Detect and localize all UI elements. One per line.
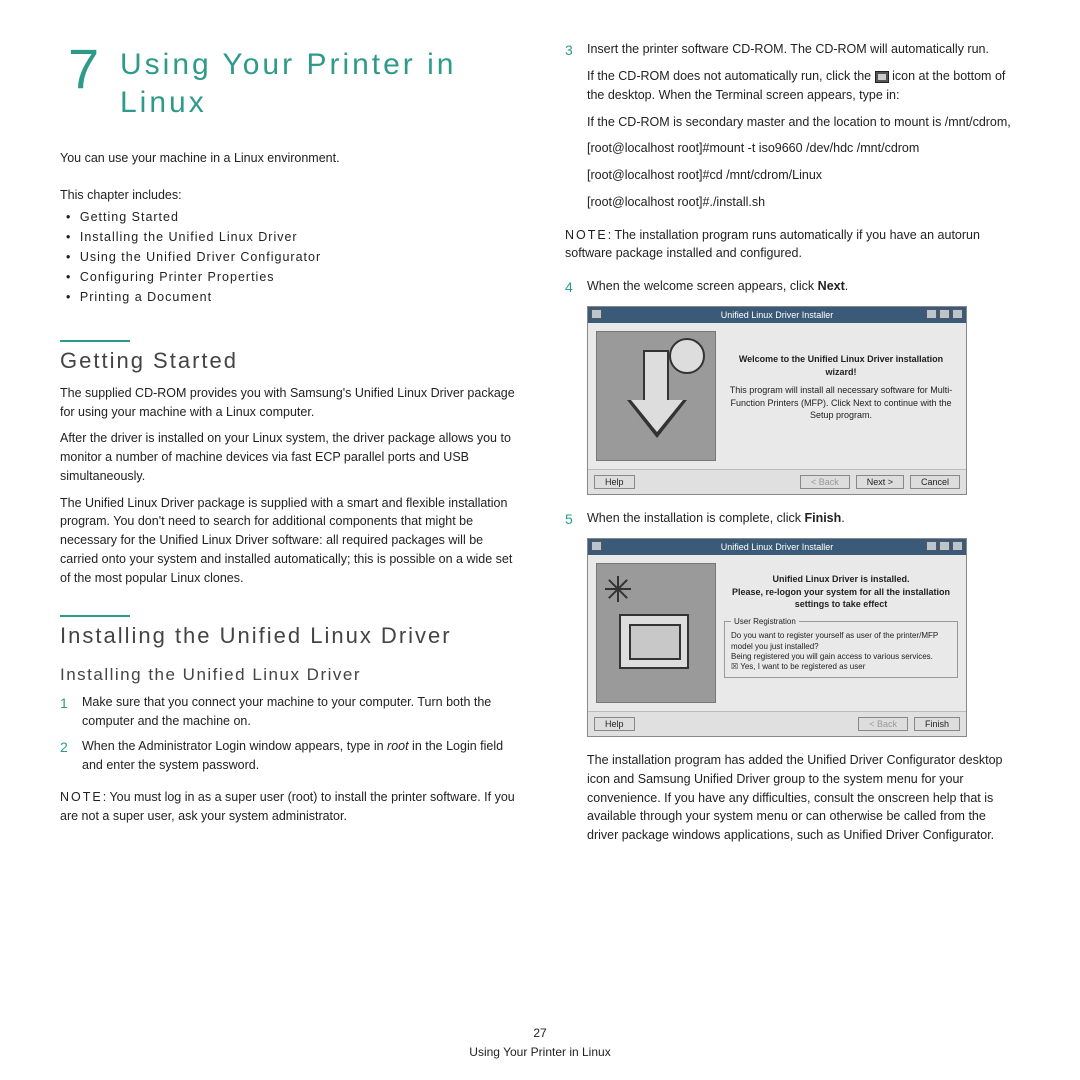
step-2: 2 When the Administrator Login window ap… <box>60 737 515 775</box>
step-body: When the installation is complete, click… <box>587 509 1020 530</box>
step-3: 3 Insert the printer software CD-ROM. Th… <box>565 40 1020 61</box>
step-body: When the welcome screen appears, click N… <box>587 277 1020 298</box>
toc-item: Getting Started <box>66 210 515 224</box>
tail-paragraph: The installation program has added the U… <box>587 751 1020 845</box>
bold-text: Finish <box>804 511 841 525</box>
step-4: 4 When the welcome screen appears, click… <box>565 277 1020 298</box>
text: When the welcome screen appears, click <box>587 279 818 293</box>
command-text: [root@localhost root]#mount -t iso9660 /… <box>587 139 1020 158</box>
installer-dialog-finish: Unified Linux Driver Installer Unified L… <box>587 538 967 737</box>
step-number: 1 <box>60 693 82 731</box>
dialog-titlebar: Unified Linux Driver Installer <box>588 307 966 323</box>
includes-label: This chapter includes: <box>60 188 515 202</box>
note-text: : You must log in as a super user (root)… <box>60 790 515 823</box>
help-button[interactable]: Help <box>594 717 635 731</box>
footer-section: Using Your Printer in Linux <box>0 1043 1080 1062</box>
dialog-heading: Unified Linux Driver is installed. Pleas… <box>724 573 958 611</box>
text: . <box>841 511 844 525</box>
toc-item: Using the Unified Driver Configurator <box>66 250 515 264</box>
note-text: : The installation program runs automati… <box>565 228 980 261</box>
system-menu-icon[interactable] <box>591 309 602 319</box>
reg-question: Do you want to register yourself as user… <box>731 631 951 652</box>
reg-info: Being registered you will gain access to… <box>731 652 951 662</box>
step-5: 5 When the installation is complete, cli… <box>565 509 1020 530</box>
reg-checkbox-row[interactable]: ☒ Yes, I want to be registered as user <box>731 662 951 672</box>
section-rule <box>60 615 130 617</box>
body-text: The supplied CD-ROM provides you with Sa… <box>60 384 515 422</box>
installer-dialog-welcome: Unified Linux Driver Installer Welcome t… <box>587 306 967 495</box>
dialog-title: Unified Linux Driver Installer <box>721 310 834 320</box>
dialog-illustration <box>596 331 716 461</box>
section-installing: Installing the Unified Linux Driver <box>60 623 515 649</box>
page-number: 27 <box>0 1024 1080 1043</box>
system-menu-icon[interactable] <box>591 541 602 551</box>
page-footer: 27 Using Your Printer in Linux <box>0 1024 1080 1062</box>
terminal-icon <box>875 71 889 83</box>
dialog-body: This program will install all necessary … <box>730 385 953 420</box>
bold-text: Next <box>818 279 845 293</box>
minimize-icon[interactable] <box>926 541 937 551</box>
dialog-title: Unified Linux Driver Installer <box>721 542 834 552</box>
note-label: NOTE <box>60 790 103 804</box>
dialog-illustration <box>596 563 716 703</box>
chapter-title: Using Your Printer in Linux <box>120 46 515 121</box>
back-button: < Back <box>800 475 850 489</box>
step-number: 3 <box>565 40 587 61</box>
close-icon[interactable] <box>952 541 963 551</box>
maximize-icon[interactable] <box>939 309 950 319</box>
dialog-titlebar: Unified Linux Driver Installer <box>588 539 966 555</box>
intro-text: You can use your machine in a Linux envi… <box>60 149 515 168</box>
section-getting-started: Getting Started <box>60 348 515 374</box>
minimize-icon[interactable] <box>926 309 937 319</box>
subsection-installing: Installing the Unified Linux Driver <box>60 665 515 685</box>
text: . <box>845 279 848 293</box>
note-block: NOTE: The installation program runs auto… <box>565 226 1020 264</box>
maximize-icon[interactable] <box>939 541 950 551</box>
help-button[interactable]: Help <box>594 475 635 489</box>
note-block: NOTE: You must log in as a super user (r… <box>60 788 515 826</box>
toc-item: Configuring Printer Properties <box>66 270 515 284</box>
user-registration-group: User Registration Do you want to registe… <box>724 617 958 678</box>
step-number: 5 <box>565 509 587 530</box>
body-text: After the driver is installed on your Li… <box>60 429 515 485</box>
section-rule <box>60 340 130 342</box>
step-body: Make sure that you connect your machine … <box>82 693 515 731</box>
back-button: < Back <box>858 717 908 731</box>
finish-button[interactable]: Finish <box>914 717 960 731</box>
dialog-message: Welcome to the Unified Linux Driver inst… <box>724 331 958 461</box>
italic-text: root <box>387 739 409 753</box>
sub-text: If the CD-ROM does not automatically run… <box>587 67 1020 105</box>
step-number: 2 <box>60 737 82 775</box>
close-icon[interactable] <box>952 309 963 319</box>
dialog-message: Unified Linux Driver is installed. Pleas… <box>724 563 958 703</box>
text: When the Administrator Login window appe… <box>82 739 387 753</box>
step-1: 1 Make sure that you connect your machin… <box>60 693 515 731</box>
body-text: The Unified Linux Driver package is supp… <box>60 494 515 588</box>
chapter-toc: Getting Started Installing the Unified L… <box>60 210 515 304</box>
next-button[interactable]: Next > <box>856 475 904 489</box>
toc-item: Installing the Unified Linux Driver <box>66 230 515 244</box>
step-body: When the Administrator Login window appe… <box>82 737 515 775</box>
step-number: 4 <box>565 277 587 298</box>
chapter-number: 7 <box>68 36 100 101</box>
checkbox-label: Yes, I want to be registered as user <box>740 662 865 671</box>
toc-item: Printing a Document <box>66 290 515 304</box>
step-body: Insert the printer software CD-ROM. The … <box>587 40 1020 61</box>
fieldset-legend: User Registration <box>731 617 799 627</box>
command-text: [root@localhost root]#./install.sh <box>587 193 1020 212</box>
cancel-button[interactable]: Cancel <box>910 475 960 489</box>
text: When the installation is complete, click <box>587 511 804 525</box>
sub-text: If the CD-ROM is secondary master and th… <box>587 113 1020 132</box>
command-text: [root@localhost root]#cd /mnt/cdrom/Linu… <box>587 166 1020 185</box>
note-label: NOTE <box>565 228 608 242</box>
text: If the CD-ROM does not automatically run… <box>587 69 875 83</box>
dialog-heading: Welcome to the Unified Linux Driver inst… <box>724 353 958 378</box>
